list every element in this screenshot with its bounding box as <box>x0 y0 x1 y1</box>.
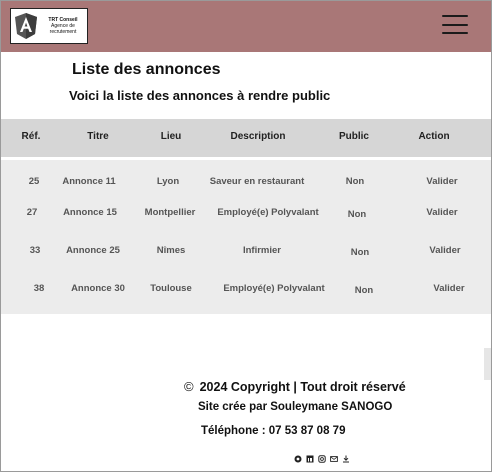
cell-public: Non <box>350 247 370 258</box>
angular-shield-icon <box>15 13 37 39</box>
brand-logo[interactable]: TRT Conseil Agence de recrutement <box>10 8 88 44</box>
cell-lieu: Lyon <box>156 176 180 187</box>
top-navbar: TRT Conseil Agence de recrutement <box>1 1 491 52</box>
cell-titre: Annonce 25 <box>66 245 120 256</box>
cell-titre: Annonce 11 <box>62 176 116 187</box>
cell-description: Employé(e) Polyvalant <box>217 207 319 218</box>
validate-button[interactable]: Valider <box>426 207 457 218</box>
copyright-line: © 2024 Copyright | Tout droit réservé <box>184 379 406 394</box>
column-header-titre: Titre <box>87 131 109 142</box>
mail-icon[interactable] <box>330 455 338 462</box>
copyright-icon: © <box>184 379 194 394</box>
column-header-ref: Réf. <box>21 131 41 142</box>
cell-ref: 38 <box>33 283 45 294</box>
cell-public: Non <box>354 285 374 296</box>
validate-button[interactable]: Valider <box>429 245 460 256</box>
copyright-text: 2024 Copyright | Tout droit réservé <box>199 379 406 394</box>
cell-lieu: Toulouse <box>150 283 192 294</box>
scrollbar-thumb[interactable] <box>484 348 491 380</box>
brand-tagline: Agence de recrutement <box>49 23 77 35</box>
cell-ref: 33 <box>29 245 41 256</box>
validate-button[interactable]: Valider <box>433 283 464 294</box>
cell-description: Saveur en restaurant <box>209 176 305 187</box>
column-header-description: Description <box>230 131 286 142</box>
cell-ref: 27 <box>26 207 38 218</box>
cell-description: Employé(e) Polyvalant <box>223 283 325 294</box>
column-header-action: Action <box>418 131 450 142</box>
cell-titre: Annonce 15 <box>63 207 117 218</box>
instagram-icon[interactable] <box>318 454 326 463</box>
column-header-lieu: Lieu <box>160 131 182 142</box>
cell-public: Non <box>345 176 365 187</box>
brand-name: TRT Conseil Agence de recrutement <box>41 17 85 35</box>
cell-titre: Annonce 30 <box>71 283 125 294</box>
table-body: 25 Annonce 11 Lyon Saveur en restaurant … <box>1 160 491 314</box>
column-header-public: Public <box>338 131 370 142</box>
cell-description: Infirmier <box>242 245 282 256</box>
download-icon[interactable] <box>342 455 350 462</box>
page-title: Liste des annonces <box>72 61 221 78</box>
linkedin-icon[interactable] <box>306 455 314 462</box>
table-header: Réf. Titre Lieu Description Public Actio… <box>1 119 491 157</box>
cell-lieu: Montpellier <box>144 207 196 218</box>
site-credit: Site crée par Souleymane SANOGO <box>198 401 393 413</box>
page-subtitle: Voici la liste des annonces à rendre pub… <box>69 88 331 103</box>
cell-public: Non <box>347 209 367 220</box>
github-icon[interactable] <box>294 455 302 462</box>
validate-button[interactable]: Valider <box>426 176 457 187</box>
social-links <box>294 454 350 463</box>
hamburger-menu-icon[interactable] <box>442 15 468 35</box>
cell-lieu: Nîmes <box>156 245 186 256</box>
cell-ref: 25 <box>28 176 40 187</box>
phone-number: Téléphone : 07 53 87 08 79 <box>201 425 346 437</box>
